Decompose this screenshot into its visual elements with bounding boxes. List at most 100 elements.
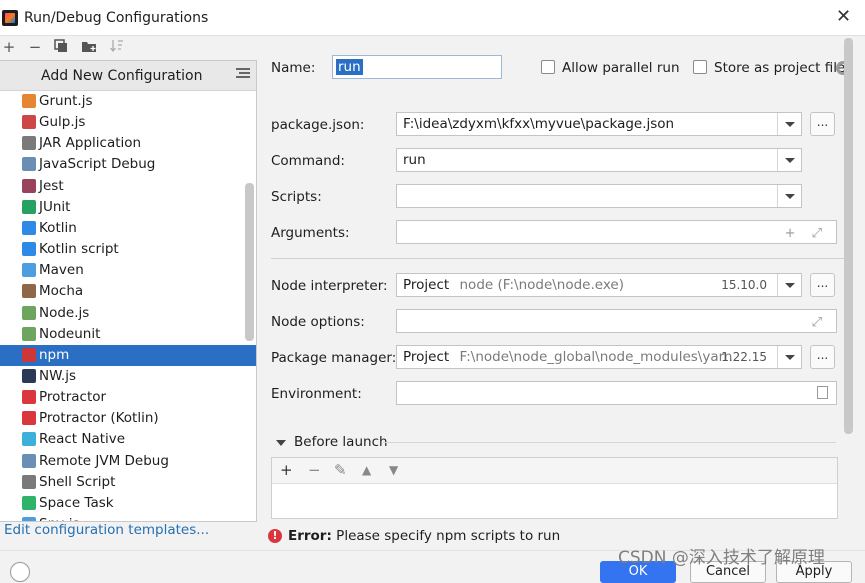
allow-parallel-label: Allow parallel run bbox=[562, 60, 680, 76]
help-icon[interactable] bbox=[10, 562, 30, 582]
filter-icon[interactable] bbox=[236, 67, 250, 81]
sidebar-item-protractor[interactable]: Protractor bbox=[0, 387, 256, 408]
chevron-down-icon[interactable] bbox=[777, 274, 801, 296]
node-interpreter-select[interactable]: Project node (F:\node\node.exe) 15.10.0 bbox=[396, 273, 802, 297]
before-launch-label[interactable]: Before launch bbox=[294, 434, 388, 450]
sidebar-item-npm[interactable]: npm bbox=[0, 344, 256, 366]
remote-debug-icon bbox=[22, 453, 36, 468]
sidebar-item-nw-js[interactable]: NW.js bbox=[0, 366, 256, 387]
package-manager-value: Project F:\node\node_global\node_modules… bbox=[403, 349, 732, 365]
error-text: Please specify npm scripts to run bbox=[336, 528, 561, 544]
sidebar-item-label: Grunt.js bbox=[39, 93, 93, 109]
node-interpreter-path: node (F:\node\node.exe) bbox=[459, 277, 625, 293]
nodejs-icon bbox=[22, 305, 36, 320]
sidebar-item-label: Kotlin bbox=[39, 219, 77, 236]
error-icon: ! bbox=[268, 529, 282, 543]
environment-input[interactable] bbox=[396, 381, 837, 405]
intellij-app-icon bbox=[2, 10, 18, 26]
node-options-input[interactable]: ⤢ bbox=[396, 309, 837, 333]
package-manager-main: Project bbox=[403, 349, 450, 365]
close-icon[interactable]: ✕ bbox=[836, 8, 851, 26]
chevron-down-icon[interactable] bbox=[777, 346, 801, 368]
add-task-icon[interactable]: + bbox=[280, 461, 293, 479]
sidebar-item-grunt-js[interactable]: Grunt.js bbox=[0, 91, 256, 112]
gulp-icon bbox=[22, 115, 36, 130]
package-manager-select[interactable]: Project F:\node\node_global\node_modules… bbox=[396, 345, 802, 369]
node-interpreter-value: Project node (F:\node\node.exe) bbox=[403, 277, 624, 293]
package-json-browse-button[interactable]: ... bbox=[810, 112, 835, 136]
sidebar-item-label: Protractor (Kotlin) bbox=[39, 410, 159, 427]
package-json-field[interactable]: F:\idea\zdyxm\kfxx\myvue\package.json bbox=[396, 112, 802, 136]
protractor-icon bbox=[22, 390, 36, 405]
sidebar-item-shell-script[interactable]: Shell Script bbox=[0, 472, 256, 493]
store-as-project-checkbox[interactable] bbox=[693, 60, 707, 74]
expand-icon[interactable]: ⤢ bbox=[812, 315, 828, 330]
store-as-project-label: Store as project file bbox=[714, 60, 846, 76]
package-manager-browse-button[interactable]: ... bbox=[810, 345, 835, 369]
configuration-list: Add New Configuration Grunt.js Gulp.js JAR… bbox=[0, 60, 257, 522]
sidebar-item-label: Jest bbox=[39, 177, 64, 194]
sidebar-item-kotlin[interactable]: Kotlin bbox=[0, 218, 256, 239]
sidebar-item-space-task[interactable]: Space Task bbox=[0, 493, 256, 514]
nwjs-icon bbox=[22, 368, 36, 383]
arguments-input[interactable]: + ⤢ bbox=[396, 220, 837, 244]
move-up-icon[interactable]: ▲ bbox=[362, 463, 371, 477]
sidebar-item-maven[interactable]: Maven bbox=[0, 260, 256, 281]
folder-add-icon[interactable] bbox=[80, 38, 98, 56]
collapse-triangle-icon[interactable] bbox=[276, 440, 286, 446]
sidebar-item-nodeunit[interactable]: Nodeunit bbox=[0, 324, 256, 345]
add-icon[interactable]: + bbox=[0, 38, 18, 56]
sidebar-item-jest[interactable]: Jest bbox=[0, 176, 256, 197]
chevron-down-icon[interactable] bbox=[777, 149, 801, 171]
sidebar-item-gulp-js[interactable]: Gulp.js bbox=[0, 112, 256, 133]
add-new-configuration-label: Add New Configuration bbox=[41, 68, 203, 84]
move-down-icon[interactable]: ▼ bbox=[389, 463, 398, 477]
allow-parallel-checkbox[interactable] bbox=[541, 60, 555, 74]
edit-templates-link[interactable]: Edit configuration templates... bbox=[4, 522, 209, 538]
sidebar-item-label: React Native bbox=[39, 431, 126, 448]
window-title: Run/Debug Configurations bbox=[24, 10, 209, 26]
before-launch-panel: + − ✎ ▲ ▼ bbox=[271, 457, 838, 519]
node-options-label: Node options: bbox=[271, 314, 365, 330]
sidebar-item-jar-application[interactable]: JAR Application bbox=[0, 133, 256, 154]
sidebar-item-protractor-kotlin[interactable]: Protractor (Kotlin) bbox=[0, 408, 256, 429]
sidebar-item-label: NW.js bbox=[39, 367, 76, 384]
sidebar-item-node-js[interactable]: Node.js bbox=[0, 303, 256, 324]
sidebar-item-javascript-debug[interactable]: JavaScript Debug bbox=[0, 154, 256, 175]
sidebar-item-react-native[interactable]: React Native bbox=[0, 429, 256, 450]
sidebar-item-remote-jvm-debug[interactable]: Remote JVM Debug bbox=[0, 451, 256, 472]
command-value: run bbox=[403, 152, 426, 168]
sort-icon[interactable] bbox=[108, 38, 126, 56]
sidebar-item-label: Kotlin script bbox=[39, 241, 119, 258]
edit-task-icon[interactable]: ✎ bbox=[334, 461, 347, 479]
command-select[interactable]: run bbox=[396, 148, 802, 172]
document-icon[interactable] bbox=[817, 386, 828, 399]
sidebar-scrollbar[interactable] bbox=[245, 183, 254, 341]
configuration-sidebar: + − Add New Configuration Grunt.js Gulp.… bbox=[0, 36, 257, 538]
copy-icon[interactable] bbox=[52, 38, 70, 56]
sidebar-item-label: JUnit bbox=[39, 198, 71, 215]
sidebar-item-kotlin-script[interactable]: Kotlin script bbox=[0, 239, 256, 260]
react-icon bbox=[22, 432, 36, 447]
scripts-label: Scripts: bbox=[271, 189, 322, 205]
expand-icon[interactable]: + ⤢ bbox=[785, 226, 828, 241]
before-launch-toolbar: + − ✎ ▲ ▼ bbox=[272, 458, 837, 484]
remove-task-icon[interactable]: − bbox=[308, 461, 321, 479]
sidebar-item-label: Node.js bbox=[39, 304, 90, 321]
watermark: CSDN @深入技术了解原理 bbox=[618, 548, 825, 568]
remove-icon[interactable]: − bbox=[26, 38, 44, 56]
kotlin-icon bbox=[22, 220, 36, 235]
sidebar-item-label: Mocha bbox=[39, 283, 84, 300]
sidebar-item-spy-js[interactable]: Spy-js bbox=[0, 514, 256, 521]
title-bar: Run/Debug Configurations ✕ bbox=[0, 0, 865, 36]
error-message: Error: Please specify npm scripts to run bbox=[288, 528, 560, 544]
chevron-down-icon[interactable] bbox=[777, 185, 801, 207]
name-input[interactable]: run bbox=[332, 55, 502, 79]
form-scrollbar[interactable] bbox=[844, 38, 853, 434]
sidebar-item-junit[interactable]: JUnit bbox=[0, 197, 256, 218]
chevron-down-icon[interactable] bbox=[777, 113, 801, 135]
scripts-select[interactable] bbox=[396, 184, 802, 208]
sidebar-item-mocha[interactable]: Mocha bbox=[0, 281, 256, 302]
error-prefix: Error: bbox=[288, 528, 332, 544]
node-interpreter-browse-button[interactable]: ... bbox=[810, 273, 835, 297]
